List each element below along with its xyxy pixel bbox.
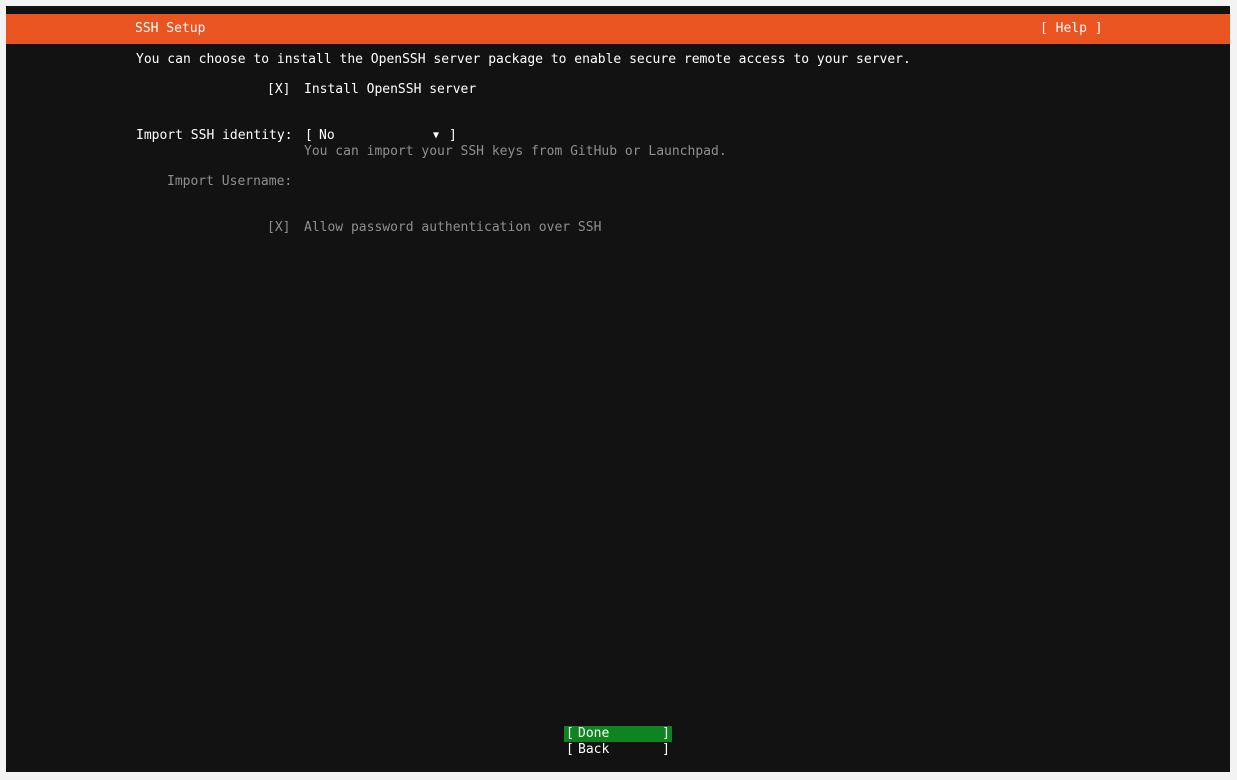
intro-text: You can choose to install the OpenSSH se… bbox=[136, 52, 911, 67]
done-bracket-close: ] bbox=[662, 726, 670, 741]
done-label: Done bbox=[578, 726, 610, 741]
header-bar: SSH Setup [ Help ] bbox=[6, 14, 1230, 44]
allow-password-label: Allow password authentication over SSH bbox=[304, 220, 602, 235]
import-identity-label: Import SSH identity: bbox=[136, 128, 293, 143]
back-label: Back bbox=[578, 742, 610, 757]
allow-password-checkbox-mark: [X] bbox=[267, 220, 291, 235]
import-identity-hint: You can import your SSH keys from GitHub… bbox=[304, 144, 727, 159]
done-button[interactable]: [ Done ] bbox=[564, 726, 672, 742]
installer-screen: SSH Setup [ Help ] You can choose to ins… bbox=[6, 6, 1230, 772]
back-bracket-open: [ bbox=[566, 742, 574, 757]
select-bracket-open: [ bbox=[305, 128, 313, 143]
import-username-label: Import Username: bbox=[167, 174, 293, 189]
install-openssh-checkbox-mark[interactable]: [X] bbox=[267, 82, 290, 98]
import-identity-value[interactable]: No bbox=[319, 128, 335, 144]
install-openssh-label: Install OpenSSH server bbox=[304, 82, 477, 97]
done-bracket-open: [ bbox=[566, 726, 574, 741]
select-bracket-close: ] bbox=[449, 128, 457, 143]
back-button[interactable]: [ Back ] bbox=[564, 742, 672, 758]
page-title: SSH Setup bbox=[135, 21, 206, 36]
help-button[interactable]: [ Help ] bbox=[1040, 21, 1103, 37]
back-bracket-close: ] bbox=[662, 742, 670, 757]
chevron-down-icon[interactable]: ▼ bbox=[433, 128, 439, 144]
